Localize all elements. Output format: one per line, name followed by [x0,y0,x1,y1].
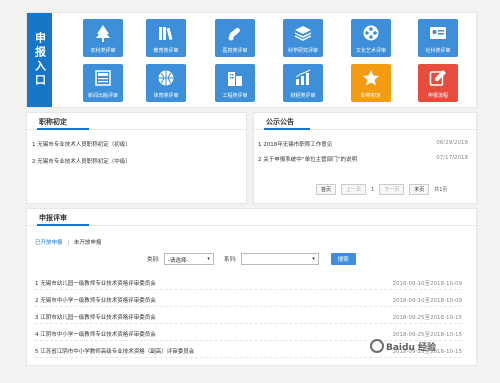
search-button[interactable]: 搜索 [330,253,356,265]
tile-news-publishing[interactable]: 新闻出版评审 [83,64,123,102]
tile-education[interactable]: 教育类评审 [146,19,186,57]
film-reel-icon [362,24,380,42]
section-title: 公示公告 [266,118,294,126]
series-select[interactable]: ▾ [240,253,319,265]
entry-title-block: 申报入口 [27,13,52,107]
tile-label: 职称初定 [360,93,381,99]
apply-tabs: 已开放申报 | 未开放申报 [35,238,101,246]
edit-icon [429,69,447,87]
medicine-icon [226,24,244,42]
tile-label: 财经类评审 [290,93,316,99]
tab-closed[interactable]: 未开放申报 [74,240,102,246]
pagination: 首页 上一页 1 下一页 末页 共1页 [316,184,447,195]
basketball-icon [157,69,175,87]
list-item[interactable]: 2 无锡市中小学一级教师专业技术资格评审委员会 2018-09-10至2018-… [35,290,462,307]
date-range: 2018-09-10至2018-10-09 [392,281,462,287]
review-item-link[interactable]: 2 无锡市专业技术人员职称初定（中级） [32,157,131,165]
tile-label: 体育类评审 [153,93,179,99]
notice-item[interactable]: 2 关于申报系统中“单位主管部门”的说明 07/17/2018 [258,155,468,163]
committee-name[interactable]: 5 江苏省江阴市中小学教师高级专业技术资格（副高）评审委员会 [35,349,194,355]
watermark: Baidu 经验 [370,336,480,356]
title-review-panel: 职称初定 1 无锡市专业技术人员职称初定（初级） 2 无锡市专业技术人员职称初定… [26,112,247,204]
tile-engineering[interactable]: 工程类评审 [215,64,255,102]
section-header: 申报评审 [27,209,476,226]
current-page: 1 [371,186,375,193]
section-underline [37,224,89,226]
chevron-down-icon: ▾ [207,256,210,262]
tile-label: 工程类评审 [222,93,248,99]
category-label: 类别: [147,257,160,263]
last-page-button[interactable]: 末页 [409,184,430,195]
committee-name[interactable]: 1 无锡市幼儿园一级教师专业技术资格评审委员会 [35,281,156,287]
notice-item-date: 06/29/2018 [436,140,468,146]
category-select-value: -请选择- [167,258,189,264]
committee-name[interactable]: 3 江阴市幼儿园一级教师专业技术资格评审委员会 [35,315,156,321]
total-pages: 共1页 [434,187,448,193]
tile-culture-art[interactable]: 文化艺术评审 [351,19,391,57]
list-item[interactable]: 3 江阴市幼儿园一级教师专业技术资格评审委员会 2018-09-25至2018-… [35,307,462,324]
tile-label: 申报流程 [427,93,448,99]
tab-open[interactable]: 已开放申报 [35,240,63,246]
tile-apply-process[interactable]: 申报流程 [418,64,458,102]
chevron-down-icon: ▾ [312,256,315,262]
star-icon [362,69,380,87]
committee-name[interactable]: 2 无锡市中小学一级教师专业技术资格评审委员会 [35,298,156,304]
tile-research[interactable]: 科学研究评审 [283,19,323,57]
tile-medicine[interactable]: 医药类评审 [215,19,255,57]
series-label: 系列: [223,257,237,263]
notice-item[interactable]: 1 2018年无锡市职称工作意见 06/29/2018 [258,140,468,148]
notice-panel: 公示公告 1 2018年无锡市职称工作意见 06/29/2018 2 关于申报系… [253,112,477,204]
tile-label: 社科类评审 [425,48,451,54]
section-underline [264,128,310,130]
tile-label: 医药类评审 [222,48,248,54]
tile-label: 教育类评审 [153,48,179,54]
tile-social-science[interactable]: 社科类评审 [418,19,458,57]
prev-page-button[interactable]: 上一页 [341,184,367,195]
section-title: 申报评审 [39,214,67,222]
books-icon [157,24,175,42]
entry-title: 申报入口 [33,32,47,88]
filter-bar: 类别: -请选择- ▾ 系列: ▾ 搜索 [147,253,356,265]
tile-label: 科学研究评审 [287,48,318,54]
section-underline [37,128,89,130]
building-icon [226,69,244,87]
chart-icon [294,69,312,87]
notice-item-date: 07/17/2018 [436,155,468,161]
tile-label: 农科类评审 [90,48,116,54]
next-page-button[interactable]: 下一页 [379,184,405,195]
paw-icon [370,339,384,353]
date-range: 2018-09-10至2018-10-09 [392,298,462,304]
category-select[interactable]: -请选择- ▾ [163,253,214,265]
review-item-link[interactable]: 1 无锡市专业技术人员职称初定（初级） [32,140,131,148]
section-header: 职称初定 [27,113,246,130]
list-item[interactable]: 1 无锡市幼儿园一级教师专业技术资格评审委员会 2018-09-10至2018-… [35,273,462,290]
first-page-button[interactable]: 首页 [316,184,337,195]
notice-item-text[interactable]: 2 关于申报系统中“单位主管部门”的说明 [258,157,357,163]
watermark-text: Baidu 经验 [386,342,437,353]
tile-label: 新闻出版评审 [87,93,118,99]
tile-label: 文化艺术评审 [355,48,386,54]
tree-icon [94,24,112,42]
entry-panel: 申报入口 农科类评审 教育类评审 医药类评审 科学研究评审 文化艺术评审 社科类… [26,12,477,108]
section-header: 公示公告 [254,113,476,130]
section-title: 职称初定 [39,118,67,126]
committee-name[interactable]: 4 江阴市中小学一级教师专业技术资格评审委员会 [35,332,156,338]
layers-icon [294,24,312,42]
tile-agriculture[interactable]: 农科类评审 [83,19,123,57]
tile-title-initial[interactable]: 职称初定 [351,64,391,102]
tile-sports[interactable]: 体育类评审 [146,64,186,102]
newspaper-icon [94,69,112,87]
id-card-icon [429,24,447,42]
tile-finance[interactable]: 财经类评审 [283,64,323,102]
tab-separator: | [67,240,70,246]
notice-item-text[interactable]: 1 2018年无锡市职称工作意见 [258,142,332,148]
date-range: 2018-09-25至2018-10-15 [392,315,462,321]
